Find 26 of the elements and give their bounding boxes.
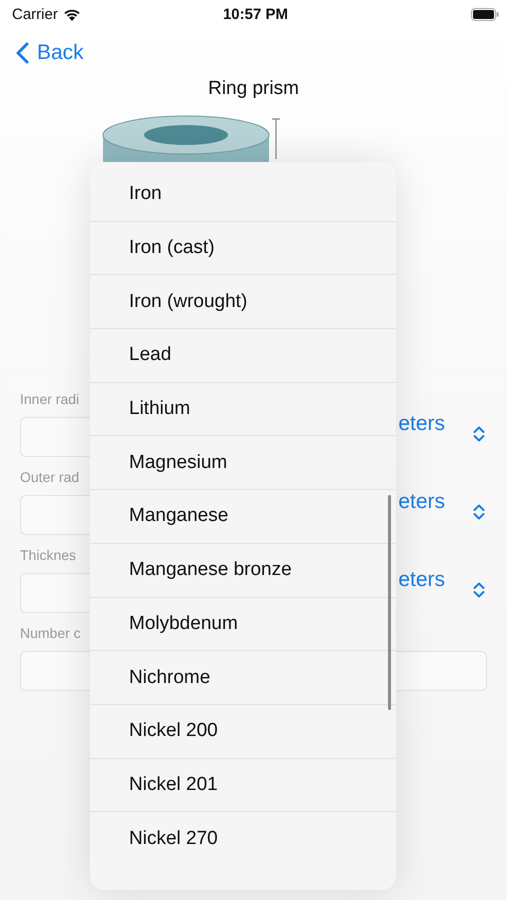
menu-item[interactable]: Lithium [90,382,396,436]
menu-item[interactable]: Iron (cast) [90,220,396,274]
page-title: Ring prism [207,78,300,100]
menu-item[interactable]: Nickel 270 [90,811,396,865]
unit-picker[interactable]: eters [398,490,445,514]
carrier-name: Carrier [12,6,58,22]
field-label: Inner radi [20,391,80,407]
menu-item[interactable]: Iron [90,167,396,221]
status-time: 10:57 PM [222,6,288,22]
chevron-left-icon [16,42,29,64]
menu-item[interactable]: Nickel 200 [90,704,396,758]
field-label: Number c [20,625,82,641]
unit-picker[interactable]: eters [398,412,445,436]
menu-item[interactable]: Nickel 201 [90,758,396,812]
up-down-chevron-icon[interactable] [473,582,485,598]
field-label: Thicknes [20,547,78,563]
back-button[interactable]: Back [16,41,84,65]
battery-icon [470,8,499,20]
menu-item[interactable]: Magnesium [90,435,396,490]
up-down-chevron-icon[interactable] [473,426,485,442]
unit-picker[interactable]: eters [398,568,445,592]
wifi-icon [62,8,81,20]
menu-item[interactable]: Iron (wrought) [90,274,396,328]
up-down-chevron-icon[interactable] [473,504,485,520]
field-label: Outer rad [20,469,80,485]
menu-item[interactable]: Lead [90,328,396,382]
